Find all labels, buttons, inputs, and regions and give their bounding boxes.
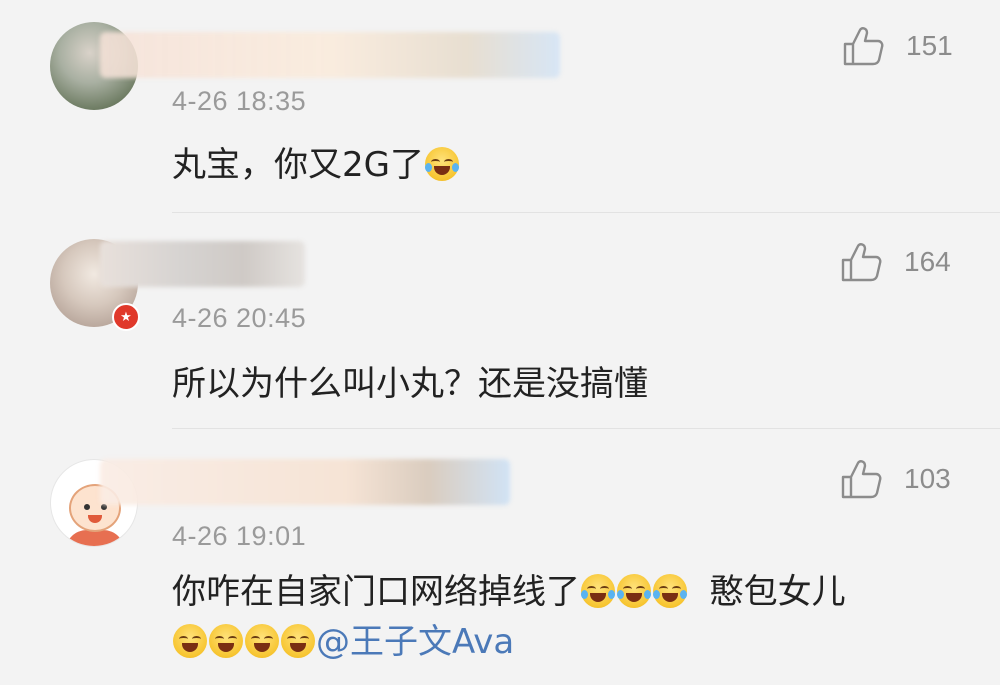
comment-time: 4-26 18:35 <box>172 86 307 116</box>
like-count: 103 <box>904 463 951 494</box>
like-button[interactable]: 103 <box>840 459 951 499</box>
username-blurred[interactable] <box>100 241 305 287</box>
comment-time: 4-26 20:45 <box>172 303 307 333</box>
laugh-cry-emoji <box>424 147 459 181</box>
thumbs-up-icon <box>843 27 884 66</box>
thumbs-up-icon <box>841 243 882 282</box>
comment-text-tail: 憨包女儿 <box>688 572 846 612</box>
comment-item: 4-26 19:01 103 你咋在自家门口网络掉线了 憨包女儿 @王子文Ava <box>0 429 1000 685</box>
comment-time: 4-26 19:01 <box>172 521 307 551</box>
laugh-cry-emoji <box>617 574 651 608</box>
mention-link[interactable]: @王子文Ava <box>316 622 514 662</box>
like-count: 151 <box>906 30 953 61</box>
laugh-cry-emoji <box>581 574 615 608</box>
like-count: 164 <box>904 246 951 277</box>
comment-item: 4-26 18:35 151 丸宝，你又2G了 <box>0 0 1000 212</box>
laugh-cry-emoji <box>653 574 687 608</box>
laugh-emoji <box>281 624 315 658</box>
thumbs-up-icon <box>841 460 882 499</box>
like-button[interactable]: 164 <box>840 242 951 282</box>
like-button[interactable]: 151 <box>842 26 953 66</box>
vip-badge-icon: ★ <box>112 303 140 331</box>
comment-text-content: 你咋在自家门口网络掉线了 <box>172 572 580 612</box>
username-blurred[interactable] <box>100 459 510 505</box>
comment-item: ★ 4-26 20:45 164 所以为什么叫小丸？还是没搞懂 <box>0 213 1000 428</box>
laugh-emoji <box>245 624 279 658</box>
laugh-emoji <box>173 624 207 658</box>
comment-text: 丸宝，你又2G了 <box>172 140 460 190</box>
laugh-emoji <box>209 624 243 658</box>
comment-text: 所以为什么叫小丸？还是没搞懂 <box>172 364 648 404</box>
comment-text: 你咋在自家门口网络掉线了 憨包女儿 @王子文Ava <box>172 567 972 667</box>
comment-text-content: 丸宝，你又2G了 <box>172 145 424 185</box>
username-blurred[interactable] <box>100 32 560 78</box>
